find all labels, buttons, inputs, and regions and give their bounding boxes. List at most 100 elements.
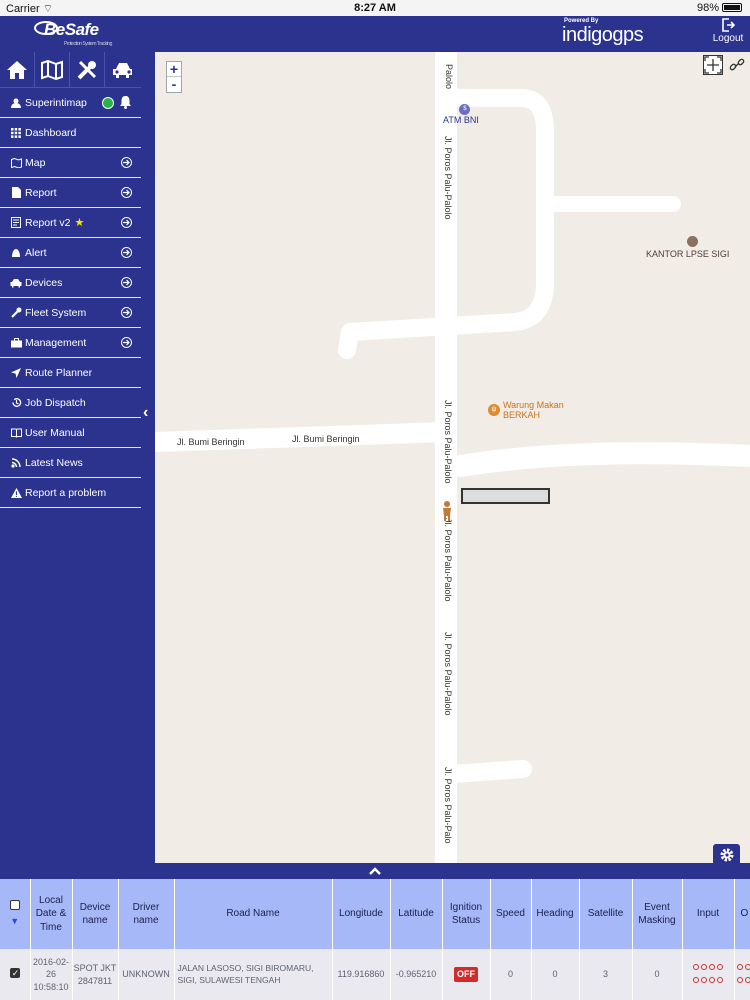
poi-atm-bni[interactable]: $ ATM BNI	[443, 102, 479, 125]
column-header[interactable]: Speed	[490, 879, 532, 949]
battery-label: 98%	[697, 2, 742, 14]
cell-ignition: OFF	[442, 949, 491, 1000]
home-button[interactable]	[0, 52, 35, 88]
select-all-checkbox[interactable]	[9, 900, 20, 910]
warning-icon	[10, 487, 22, 499]
cell-heading: 0	[531, 949, 580, 1000]
vehicle-label-box[interactable]	[461, 488, 550, 504]
tools-button[interactable]	[70, 52, 105, 88]
gear-icon	[720, 848, 733, 862]
table-row[interactable]: 2016-02-26 10:58:10 SPOT JKT 2847811 UNK…	[0, 949, 750, 1000]
map-button[interactable]	[35, 52, 70, 88]
document-icon	[10, 187, 22, 199]
sidebar-user[interactable]: Superintimap	[0, 88, 141, 118]
road-label-main-5: Jl. Poros Palu-Palo	[443, 767, 453, 844]
column-header[interactable]: Longitude	[332, 879, 391, 949]
sidebar-item-fleet-system[interactable]: Fleet System	[0, 298, 141, 328]
cell-input	[682, 949, 735, 1000]
logout-button[interactable]: Logout	[708, 18, 748, 44]
car-icon	[112, 63, 132, 78]
poi-warung-makan[interactable]: ψ Warung Makan BERKAH	[488, 400, 564, 420]
poi-kantor-lpse[interactable]: KANTOR LPSE SIGI	[646, 236, 729, 259]
crosshair-button[interactable]	[703, 55, 723, 75]
zoom-in-button[interactable]: +	[167, 62, 181, 77]
cell-speed: 0	[490, 949, 532, 1000]
column-header[interactable]: Input	[682, 879, 735, 949]
row-checkbox-cell[interactable]	[0, 949, 31, 1000]
sidebar-item-map[interactable]: Map	[0, 148, 141, 178]
column-header[interactable]: Ignition Status	[442, 879, 491, 949]
column-header[interactable]: Local Date & Time	[30, 879, 73, 949]
column-header[interactable]: Latitude	[390, 879, 443, 949]
alert-icon	[10, 247, 22, 259]
input-dot-icon	[717, 964, 723, 971]
chevron-right-icon	[121, 217, 132, 228]
input-dot-icon	[717, 976, 723, 983]
sidebar-item-alert[interactable]: Alert	[0, 238, 141, 268]
cell-datetime: 2016-02-26 10:58:10	[30, 949, 73, 1000]
road-label-bumi-1: Jl. Bumi Beringin	[177, 437, 245, 447]
cell-driver: UNKNOWN	[118, 949, 175, 1000]
output-dot-icon	[744, 976, 750, 983]
tracking-table: ▼ Local Date & Time Device name Driver n…	[0, 879, 750, 1000]
sidebar-item-dashboard[interactable]: Dashboard	[0, 118, 141, 148]
column-header[interactable]: Road Name	[174, 879, 333, 949]
link-button[interactable]	[729, 57, 745, 78]
select-all-header[interactable]: ▼	[0, 879, 31, 949]
chevron-right-icon	[121, 307, 132, 318]
chevron-right-icon	[121, 337, 132, 348]
sidebar-item-route-planner[interactable]: Route Planner	[0, 358, 141, 388]
sidebar-item-devices[interactable]: Devices	[0, 268, 141, 298]
road-label-bumi-2: Jl. Bumi Beringin	[292, 434, 360, 444]
column-header[interactable]: Heading	[531, 879, 580, 949]
battery-icon	[722, 3, 742, 12]
location-arrow-icon	[10, 367, 22, 379]
collapse-sidebar-button[interactable]: ‹	[143, 404, 148, 422]
chevron-left-icon: ‹	[143, 404, 149, 421]
atm-icon: $	[459, 104, 471, 115]
besafe-logo: BeSafe Protection System Tracking	[34, 20, 112, 47]
bell-icon[interactable]	[119, 95, 132, 112]
star-icon: ★	[74, 217, 85, 229]
sidebar-item-latest-news[interactable]: Latest News	[0, 448, 141, 478]
road-label-palolo-top: Palolo	[444, 64, 454, 90]
zoom-out-button[interactable]: -	[167, 77, 181, 92]
sidebar-item-report-problem[interactable]: Report a problem	[0, 478, 141, 508]
expand-table-button[interactable]	[0, 863, 750, 879]
table-header-row: ▼ Local Date & Time Device name Driver n…	[0, 879, 750, 949]
road-label-main-4: Jl. Poros Palu-Palolo	[443, 632, 453, 716]
cell-longitude: 119.916860	[332, 949, 391, 1000]
vehicle-marker-icon[interactable]	[441, 500, 451, 521]
online-status-icon	[102, 97, 114, 109]
sidebar-item-job-dispatch[interactable]: Job Dispatch	[0, 388, 141, 418]
column-header[interactable]: Device name	[72, 879, 119, 949]
crosshair-icon	[704, 56, 722, 74]
vehicle-button[interactable]	[105, 52, 140, 88]
input-dot-icon	[693, 964, 699, 971]
cell-latitude: -0.965210	[390, 949, 443, 1000]
input-dot-icon	[709, 976, 715, 983]
chevron-right-icon	[121, 157, 132, 168]
car-icon	[10, 277, 22, 289]
sidebar: Superintimap Dashboard Map Report Report…	[0, 52, 141, 508]
sidebar-item-management[interactable]: Management	[0, 328, 141, 358]
sidebar-item-report[interactable]: Report	[0, 178, 141, 208]
input-dot-icon	[701, 976, 707, 983]
input-dot-icon	[709, 964, 715, 971]
cell-satellite: 3	[579, 949, 633, 1000]
sidebar-item-user-manual[interactable]: User Manual	[0, 418, 141, 448]
cell-device: SPOT JKT 2847811	[72, 949, 119, 1000]
input-dot-icon	[693, 976, 699, 983]
column-header[interactable]: Driver name	[118, 879, 175, 949]
grid-icon	[10, 127, 22, 139]
column-header[interactable]: Satellite	[579, 879, 633, 949]
ignition-off-badge: OFF	[454, 967, 478, 982]
map-icon	[10, 157, 22, 169]
row-checkbox[interactable]	[9, 967, 20, 979]
map-view[interactable]: Palolo Jl. Poros Palu-Palolo Jl. Poros P…	[155, 52, 750, 863]
history-icon	[10, 397, 22, 409]
column-header[interactable]: O	[734, 879, 750, 949]
sidebar-item-report-v2[interactable]: Report v2 ★	[0, 208, 141, 238]
column-header[interactable]: Event Masking	[632, 879, 683, 949]
logout-icon	[722, 18, 735, 32]
